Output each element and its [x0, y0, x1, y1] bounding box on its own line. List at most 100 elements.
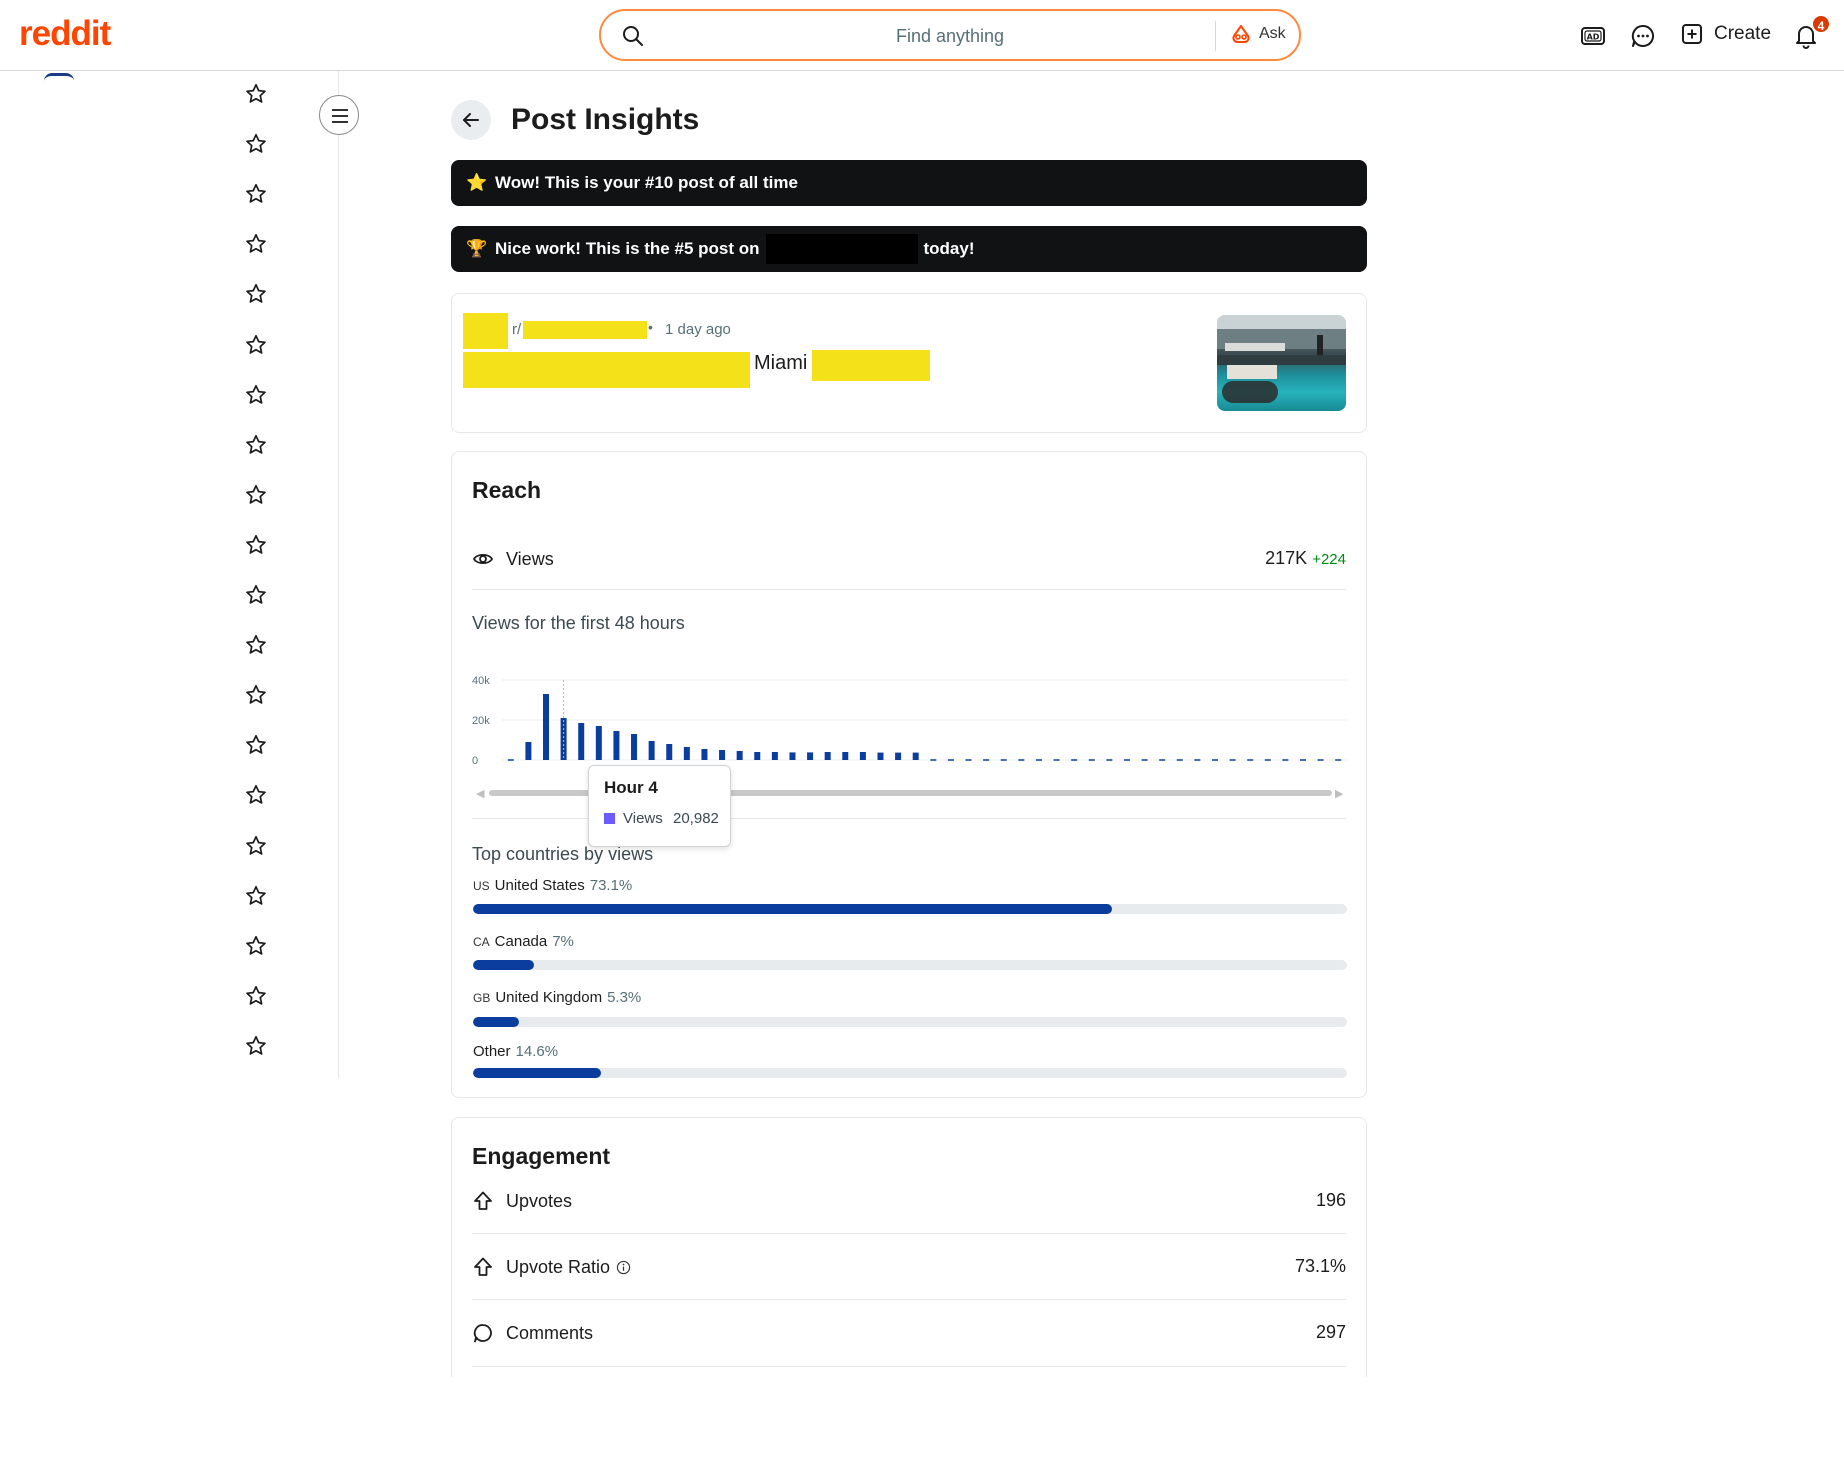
favorite-star-icon[interactable] — [244, 132, 268, 156]
chat-icon[interactable] — [1629, 22, 1657, 50]
info-icon[interactable] — [616, 1260, 631, 1275]
chart-bar — [895, 752, 902, 760]
x-tick-label: 06:00 — [1069, 771, 1097, 772]
top-header: reddit Find anything Ask AD Create 4 — [0, 0, 1844, 71]
rank-banner-text-before: Nice work! This is the #5 post on — [495, 239, 760, 258]
country-bar-us — [473, 904, 1347, 914]
chart-bar — [807, 752, 814, 760]
favorite-star-icon[interactable] — [244, 683, 268, 707]
chart-bar — [595, 726, 602, 760]
advertise-icon[interactable]: AD — [1579, 22, 1607, 50]
notification-badge: 4 — [1811, 14, 1831, 34]
avatar[interactable] — [44, 73, 74, 81]
create-label: Create — [1714, 23, 1772, 44]
country-bar-fill — [473, 960, 535, 970]
country-bar-fill — [473, 1017, 520, 1027]
ask-button[interactable]: Ask — [1231, 24, 1286, 44]
country-label-us: US United States 73.1% — [473, 877, 632, 894]
favorite-star-icon[interactable] — [244, 433, 268, 457]
y-tick-label: 20k — [472, 715, 490, 727]
country-name: Canada — [494, 933, 548, 950]
create-button[interactable]: Create — [1680, 22, 1771, 46]
scroll-left-arrow-icon[interactable]: ◀ — [476, 787, 484, 800]
chart-bar — [912, 752, 919, 760]
chart-bar — [859, 752, 866, 760]
views-bar-chart[interactable]: 0 20k 40k M 12:00 18:00 May 24 06:00 12:00 18: — [452, 652, 1368, 772]
country-percent: 5.3% — [607, 989, 642, 1006]
plus-square-icon — [1682, 24, 1702, 44]
favorite-star-icon[interactable] — [244, 934, 268, 958]
redacted-subreddit-name[interactable] — [523, 321, 647, 339]
upvotes-divider — [472, 1233, 1346, 1234]
collapse-nav-button[interactable] — [319, 95, 359, 135]
upvote-ratio-divider — [472, 1299, 1346, 1300]
favorite-star-icon[interactable] — [244, 333, 268, 357]
search-bar[interactable]: Find anything Ask — [599, 9, 1301, 61]
favorite-star-icon[interactable] — [244, 533, 268, 557]
upvotes-value: 196 — [1315, 1190, 1346, 1210]
views-label: Views — [506, 548, 554, 569]
country-percent: 7% — [552, 933, 574, 950]
ask-label: Ask — [1259, 25, 1286, 42]
post-card[interactable]: r/ • 1 day ago Miami — [451, 293, 1367, 433]
x-tick-label: M — [560, 771, 569, 772]
favorite-star-icon[interactable] — [244, 733, 268, 757]
redacted-title-part-2 — [812, 350, 930, 381]
x-tick-label: 12:00 — [749, 771, 777, 772]
tooltip-swatch — [604, 813, 615, 824]
x-tick-label: 12:00 — [1176, 771, 1204, 772]
favorite-star-icon[interactable] — [244, 583, 268, 607]
favorite-star-icon[interactable] — [244, 1034, 268, 1058]
comments-value: 297 — [1315, 1322, 1346, 1342]
favorite-star-icon[interactable] — [244, 884, 268, 908]
engagement-card: Engagement Upvotes 196 Upvote Ratio 73.1… — [451, 1117, 1367, 1377]
arrow-left-icon — [463, 113, 479, 127]
post-thumbnail[interactable] — [1217, 315, 1346, 411]
chart-bar — [525, 742, 532, 760]
comments-divider — [472, 1366, 1346, 1367]
favorite-star-icon[interactable] — [244, 232, 268, 256]
reach-title: Reach — [472, 477, 542, 503]
tooltip-label: Views — [623, 810, 663, 827]
redacted-subreddit-icon — [463, 313, 508, 349]
countries-title: Top countries by views — [472, 844, 654, 864]
reddit-logo[interactable]: reddit — [19, 14, 111, 54]
eye-icon — [472, 553, 494, 565]
engagement-title: Engagement — [472, 1143, 611, 1169]
back-button[interactable] — [451, 100, 491, 140]
views-value-group: 217K +224 — [1265, 548, 1346, 569]
country-percent: 73.1% — [589, 877, 633, 894]
chart-bar — [754, 752, 761, 760]
favorite-star-icon[interactable] — [244, 383, 268, 407]
chart-bar — [543, 694, 550, 760]
upvote-ratio-row: Upvote Ratio — [472, 1256, 631, 1278]
search-input[interactable]: Find anything — [601, 26, 1209, 47]
country-label-other: Other 14.6% — [473, 1043, 558, 1060]
x-tick-label: 18:00 — [855, 771, 883, 772]
svg-text:AD: AD — [1587, 33, 1600, 42]
trophy-emoji-icon: 🏆 — [466, 239, 488, 258]
upvote-ratio-value: 73.1% — [1294, 1256, 1346, 1276]
country-code: US — [473, 879, 490, 893]
y-tick-label: 40k — [472, 675, 490, 687]
favorite-star-icon[interactable] — [244, 182, 268, 206]
upvote-ratio-label: Upvote Ratio — [506, 1256, 611, 1277]
country-label-ca: CA Canada 7% — [473, 933, 574, 950]
favorite-star-icon[interactable] — [244, 984, 268, 1008]
scroll-right-arrow-icon[interactable]: ▶ — [1335, 787, 1343, 800]
x-tick-label: May 24 — [958, 771, 994, 772]
favorite-star-icon[interactable] — [244, 82, 268, 106]
search-divider — [1215, 21, 1216, 51]
favorite-star-icon[interactable] — [244, 834, 268, 858]
chart-bar — [578, 723, 585, 760]
milestone-banner: ⭐ Wow! This is your #10 post of all time — [451, 160, 1367, 206]
post-title[interactable]: Miami — [754, 352, 807, 375]
favorite-star-icon[interactable] — [244, 282, 268, 306]
upvotes-row: Upvotes — [472, 1190, 572, 1212]
x-tick-label: 18: — [1289, 771, 1304, 772]
favorite-star-icon[interactable] — [244, 783, 268, 807]
country-name: United Kingdom — [495, 989, 603, 1006]
favorite-star-icon[interactable] — [244, 483, 268, 507]
favorite-star-icon[interactable] — [244, 633, 268, 657]
country-label-gb: GB United Kingdom 5.3% — [473, 989, 641, 1006]
